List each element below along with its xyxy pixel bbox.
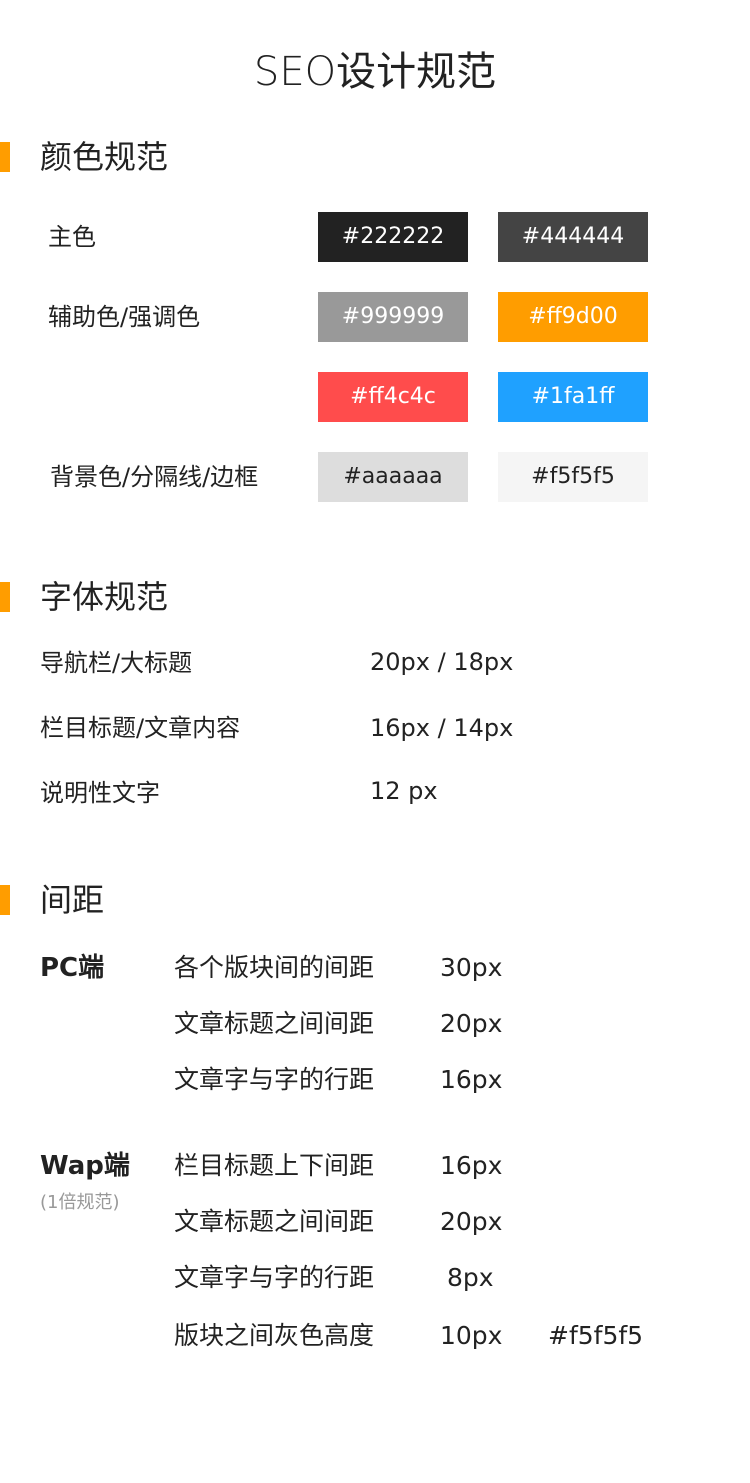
font-spec-label: 说明性文字: [40, 779, 160, 807]
spacing-value: 8px: [447, 1263, 494, 1292]
background-color-label: 背景色/分隔线/边框: [50, 463, 259, 491]
color-swatch: #999999: [318, 292, 468, 342]
section-marker-spacing: [0, 885, 10, 915]
color-swatch: #ff4c4c: [318, 372, 468, 422]
platform-pc: PC端: [40, 953, 105, 983]
spacing-value: 20px: [440, 1207, 503, 1236]
primary-color-label: 主色: [48, 223, 96, 251]
font-spec-value: 20px / 18px: [370, 648, 514, 676]
section-marker-color: [0, 142, 10, 172]
spacing-extra-color: #f5f5f5: [548, 1321, 644, 1350]
font-spec-value: 16px / 14px: [370, 714, 514, 742]
font-spec-label: 导航栏/大标题: [40, 649, 193, 677]
color-swatch: #444444: [498, 212, 648, 262]
platform-wap: Wap端: [40, 1151, 130, 1181]
spacing-label: 版块之间灰色高度: [174, 1321, 375, 1350]
secondary-color-label: 辅助色/强调色: [48, 303, 201, 331]
spacing-label: 栏目标题上下间距: [174, 1151, 375, 1180]
section-title-font: 字体规范: [40, 578, 169, 616]
spacing-value: 16px: [440, 1151, 503, 1180]
spacing-value: 20px: [440, 1009, 503, 1038]
font-spec-label: 栏目标题/文章内容: [40, 714, 241, 742]
section-marker-font: [0, 582, 10, 612]
font-spec-value: 12 px: [370, 777, 438, 805]
page-title: SEO设计规范: [253, 49, 497, 95]
section-title-spacing: 间距: [40, 881, 105, 919]
spacing-label: 文章标题之间间距: [174, 1207, 375, 1236]
section-title-color: 颜色规范: [40, 138, 169, 176]
spacing-label: 文章标题之间间距: [174, 1009, 375, 1038]
color-swatch: #ff9d00: [498, 292, 648, 342]
color-swatch: #f5f5f5: [498, 452, 648, 502]
spacing-value: 10px: [440, 1321, 503, 1350]
spacing-label: 文章字与字的行距: [174, 1065, 375, 1094]
color-swatch: #222222: [318, 212, 468, 262]
spacing-label: 各个版块间的间距: [174, 953, 375, 982]
spacing-value: 16px: [440, 1065, 503, 1094]
spacing-value: 30px: [440, 953, 503, 982]
spacing-label: 文章字与字的行距: [174, 1263, 375, 1292]
color-swatch: #1fa1ff: [498, 372, 648, 422]
color-swatch: #aaaaaa: [318, 452, 468, 502]
platform-wap-note: (1倍规范): [40, 1192, 120, 1213]
